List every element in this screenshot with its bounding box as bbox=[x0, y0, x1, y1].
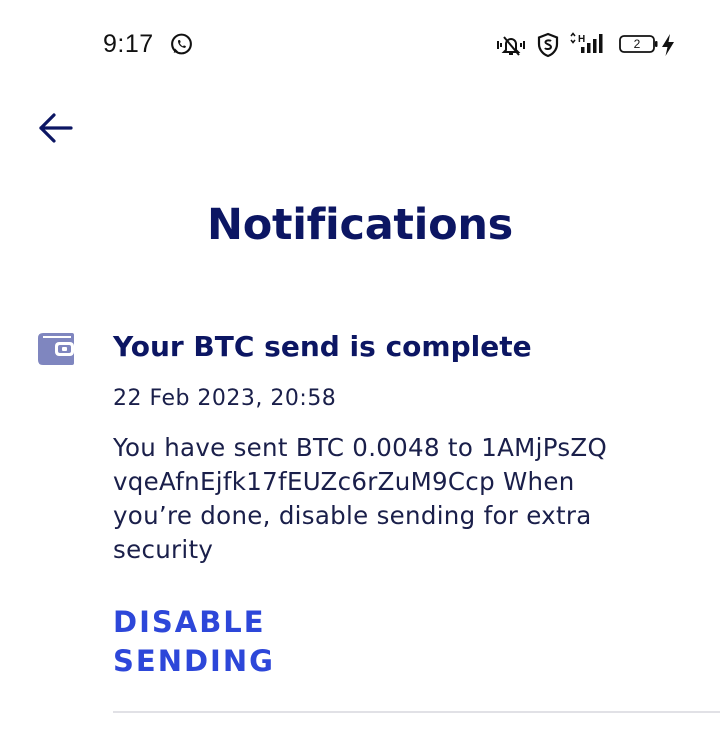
notification-body-line: you’re done, disable sending for extra bbox=[113, 501, 592, 530]
notification-title: Your BTC send is complete bbox=[113, 330, 532, 363]
notification-body-line: You have sent BTC 0.0048 to 1AMjPsZQ bbox=[113, 433, 608, 462]
whatsapp-icon bbox=[171, 33, 192, 55]
arrow-left-icon bbox=[39, 113, 73, 143]
battery-icon: 2 bbox=[619, 35, 659, 53]
disable-sending-label-line: DISABLE bbox=[113, 605, 266, 639]
divider bbox=[113, 711, 720, 713]
signal-icon: H bbox=[570, 32, 603, 53]
notification-body-line: security bbox=[113, 535, 214, 564]
disable-sending-button[interactable]: DISABLE SENDING bbox=[113, 603, 313, 681]
vibrate-icon bbox=[497, 36, 525, 56]
back-button[interactable] bbox=[30, 103, 82, 155]
shield-s-icon bbox=[537, 32, 559, 58]
wallet-icon bbox=[38, 333, 74, 365]
notification-body: You have sent BTC 0.0048 to 1AMjPsZQ vqe… bbox=[113, 431, 703, 567]
page-title: Notifications bbox=[207, 200, 513, 250]
charging-icon bbox=[662, 34, 674, 56]
status-bar: 9:17 H 2 bbox=[0, 0, 720, 90]
disable-sending-label-line: SENDING bbox=[113, 644, 275, 678]
status-time: 9:17 bbox=[103, 30, 154, 58]
notification-body-line: vqeAfnEjfk17fEUZc6rZuM9Ccp When bbox=[113, 467, 575, 496]
battery-level: 2 bbox=[633, 37, 641, 51]
svg-text:H: H bbox=[578, 34, 585, 45]
notification-date: 22 Feb 2023, 20:58 bbox=[113, 386, 337, 411]
